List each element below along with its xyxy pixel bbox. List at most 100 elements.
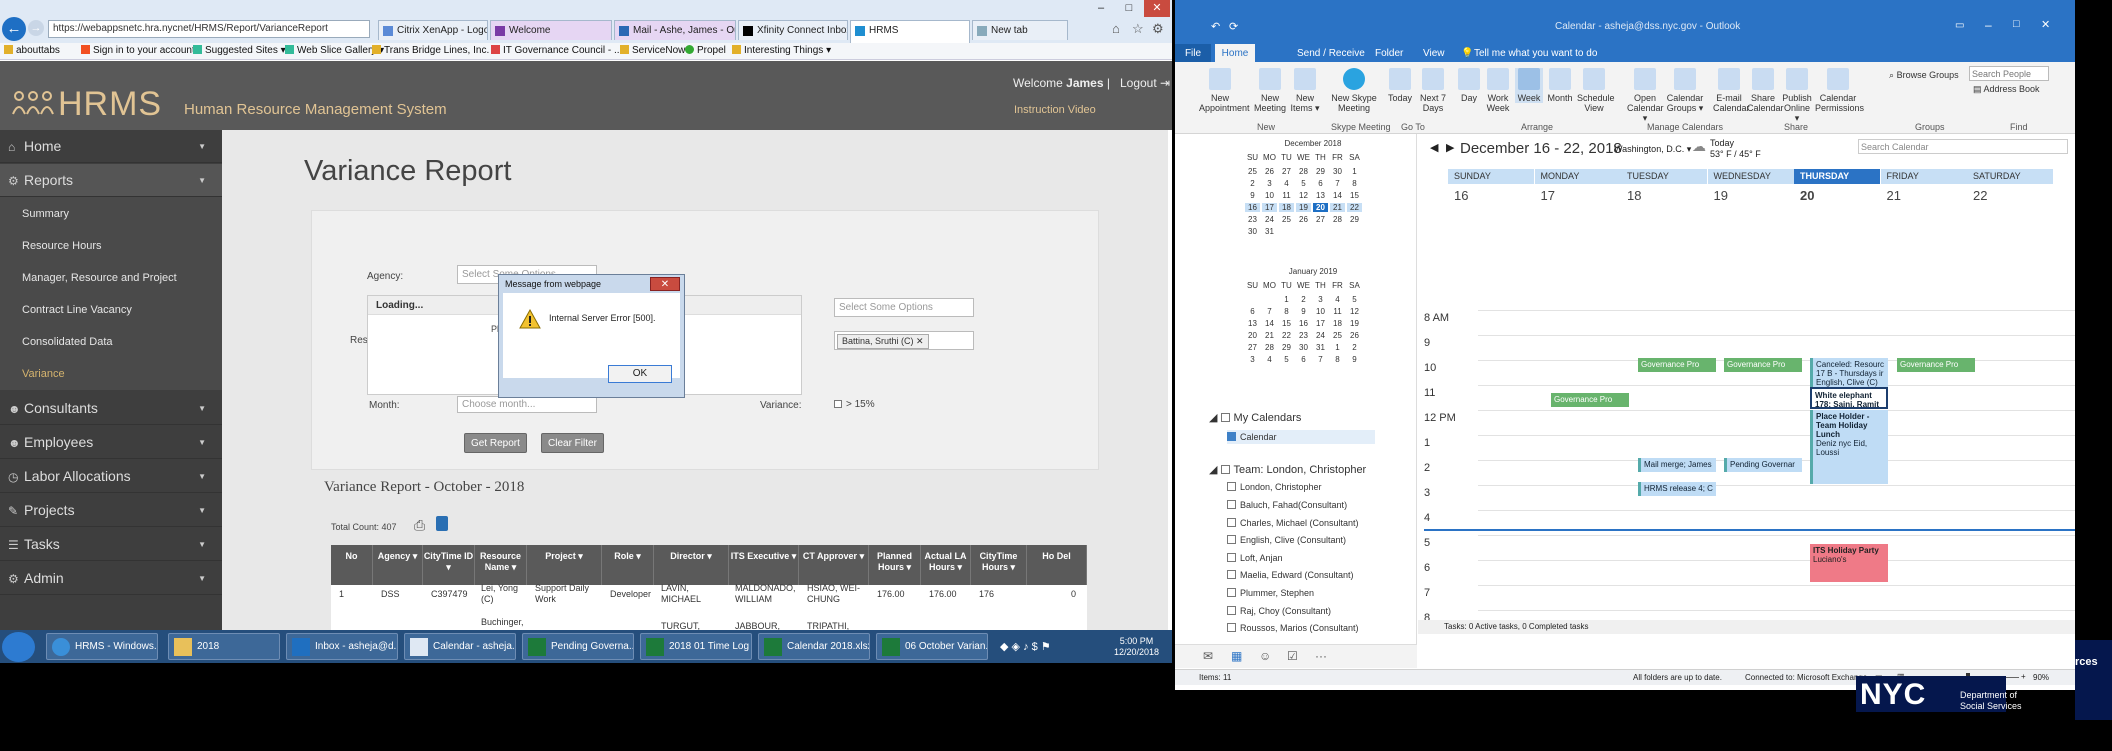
today-button[interactable]: Today [1385, 68, 1415, 103]
mini-day[interactable]: 26 [1296, 215, 1311, 224]
variance-checkbox[interactable] [834, 400, 842, 408]
mini-day[interactable]: 23 [1245, 215, 1260, 224]
network-icon[interactable]: ◆ [1000, 641, 1008, 653]
chip-remove-icon[interactable]: ✕ [916, 336, 924, 346]
event-mail-merge[interactable]: Mail merge; James [1638, 458, 1716, 472]
mini-day[interactable]: 6 [1313, 179, 1328, 188]
menu-employees[interactable]: ☻ Employees ▼ [0, 426, 222, 459]
mini-day[interactable]: 30 [1245, 227, 1260, 236]
mini-day[interactable]: 10 [1313, 307, 1328, 316]
day-number[interactable]: 18 [1627, 188, 1641, 203]
address-bar[interactable]: https://webappsnetc.hra.nycnet/HRMS/Repo… [48, 20, 370, 38]
location-dropdown[interactable]: Washington, D.C. ▾ [1614, 144, 1691, 155]
tab-view[interactable]: View [1423, 48, 1445, 59]
menu-tasks[interactable]: ☰ Tasks ▼ [0, 528, 222, 561]
close-button[interactable]: ✕ [1144, 0, 1170, 17]
new-meeting-button[interactable]: New Meeting [1253, 68, 1287, 113]
mini-day[interactable]: 19 [1347, 319, 1362, 328]
team-member[interactable]: Charles, Michael (Consultant) [1227, 518, 1359, 528]
submenu-resource-hours[interactable]: Resource Hours [22, 240, 101, 252]
day-number[interactable]: 22 [1973, 188, 1987, 203]
col-header[interactable]: CityTime Hours ▾ [971, 545, 1027, 585]
event-canceled[interactable]: Canceled: Resourc 17 B - Thursdays ir En… [1810, 358, 1888, 390]
mini-day[interactable]: 1 [1347, 167, 1362, 176]
email-calendar-button[interactable]: E-mail Calendar [1713, 68, 1750, 113]
clock[interactable]: 5:00 PM 12/20/2018 [1114, 636, 1159, 658]
mini-day[interactable]: 26 [1347, 331, 1362, 340]
mini-day[interactable]: 25 [1330, 331, 1345, 340]
menu-consultants[interactable]: ☻ Consultants ▼ [0, 392, 222, 425]
ribbon-display-icon[interactable]: ▭ [1955, 20, 1964, 31]
fav-propel[interactable]: Propel [685, 45, 726, 56]
mini-day[interactable]: 25 [1279, 215, 1294, 224]
event-governance-tue[interactable]: Governance Pro [1638, 358, 1716, 372]
mini-day[interactable]: 20 [1313, 203, 1328, 212]
member-checkbox[interactable] [1227, 500, 1236, 509]
team-group[interactable]: ◢ Team: London, Christopher [1209, 463, 1366, 476]
mini-day[interactable]: 23 [1296, 331, 1311, 340]
day-number[interactable]: 19 [1714, 188, 1728, 203]
submenu-variance[interactable]: Variance [22, 368, 65, 380]
back-icon[interactable]: ← [2, 17, 26, 41]
mini-day[interactable]: 8 [1347, 179, 1362, 188]
taskbar-item[interactable]: Inbox - asheja@d... [286, 633, 398, 660]
more-icon[interactable]: ··· [1315, 649, 1327, 663]
mini-day[interactable]: 15 [1279, 319, 1294, 328]
mini-day[interactable]: 2 [1245, 179, 1260, 188]
event-hrms-release[interactable]: HRMS release 4; C [1638, 482, 1716, 496]
my-calendars-checkbox[interactable] [1220, 413, 1230, 422]
mini-day[interactable]: 10 [1262, 191, 1277, 200]
team-member[interactable]: Baluch, Fahad(Consultant) [1227, 500, 1347, 510]
mini-day[interactable]: 24 [1313, 331, 1328, 340]
col-header[interactable]: No [331, 545, 373, 585]
mini-day[interactable]: 3 [1262, 179, 1277, 188]
member-checkbox[interactable] [1227, 623, 1236, 632]
tab-xfinity[interactable]: Xfinity Connect Inbox [738, 20, 848, 40]
taskbar-item[interactable]: Calendar - asheja... [404, 633, 516, 660]
mini-day[interactable]: 22 [1347, 203, 1362, 212]
day-number[interactable]: 21 [1887, 188, 1901, 203]
mini-day[interactable]: 27 [1313, 215, 1328, 224]
mini-day[interactable]: 29 [1313, 167, 1328, 176]
work-week-button[interactable]: Work Week [1483, 68, 1513, 113]
new-skype-meeting-button[interactable]: New Skype Meeting [1329, 68, 1379, 113]
new-items-button[interactable]: New Items ▾ [1289, 68, 1321, 113]
mini-day[interactable]: 9 [1347, 355, 1362, 364]
fav-signin[interactable]: Sign in to your account [81, 45, 195, 56]
team-member[interactable]: English, Clive (Consultant) [1227, 535, 1346, 545]
fav-abouttabs[interactable]: abouttabs [4, 45, 60, 56]
tab-folder[interactable]: Folder [1375, 48, 1403, 59]
mini-day[interactable]: 5 [1279, 355, 1294, 364]
minimize-button[interactable]: – [1088, 0, 1114, 17]
mini-day[interactable]: 16 [1296, 319, 1311, 328]
submenu-summary[interactable]: Summary [22, 208, 69, 220]
mini-day[interactable]: 4 [1330, 295, 1345, 304]
day-number[interactable]: 17 [1541, 188, 1555, 203]
mini-day[interactable]: 5 [1347, 295, 1362, 304]
mini-day[interactable]: 29 [1279, 343, 1294, 352]
mini-day[interactable]: 29 [1347, 215, 1362, 224]
mini-day[interactable]: 4 [1262, 355, 1277, 364]
fav-interesting[interactable]: Interesting Things ▾ [732, 45, 831, 56]
options-select[interactable]: Select Some Options [834, 298, 974, 317]
mini-day[interactable]: 28 [1330, 215, 1345, 224]
taskbar-item[interactable]: 06 October Varian... [876, 633, 988, 660]
tab-new[interactable]: New tab [972, 20, 1068, 40]
forward-icon[interactable]: → [28, 20, 44, 36]
mini-day[interactable]: 31 [1262, 227, 1277, 236]
mini-day[interactable]: 6 [1245, 307, 1260, 316]
favorites-star-icon[interactable]: ☆ [1132, 21, 1144, 37]
fav-itgov[interactable]: IT Governance Council - ... [491, 45, 622, 56]
address-book-button[interactable]: ▤ Address Book [1973, 84, 2040, 95]
event-governance-wed[interactable]: Governance Pro [1724, 358, 1802, 372]
logout-icon[interactable]: ⇥ [1160, 76, 1170, 90]
menu-admin[interactable]: ⚙ Admin ▼ [0, 562, 222, 595]
fav-webslice[interactable]: Web Slice Gallery ▾ [285, 45, 384, 56]
event-holiday-party[interactable]: ITS Holiday Party Luciano's [1810, 544, 1888, 582]
mini-day[interactable]: 30 [1296, 343, 1311, 352]
col-header[interactable]: Agency ▾ [373, 545, 423, 585]
search-calendar-input[interactable]: Search Calendar [1858, 139, 2068, 154]
col-header[interactable]: Actual LA Hours ▾ [921, 545, 971, 585]
mini-day[interactable]: 3 [1245, 355, 1260, 364]
submenu-manager[interactable]: Manager, Resource and Project [22, 272, 177, 284]
